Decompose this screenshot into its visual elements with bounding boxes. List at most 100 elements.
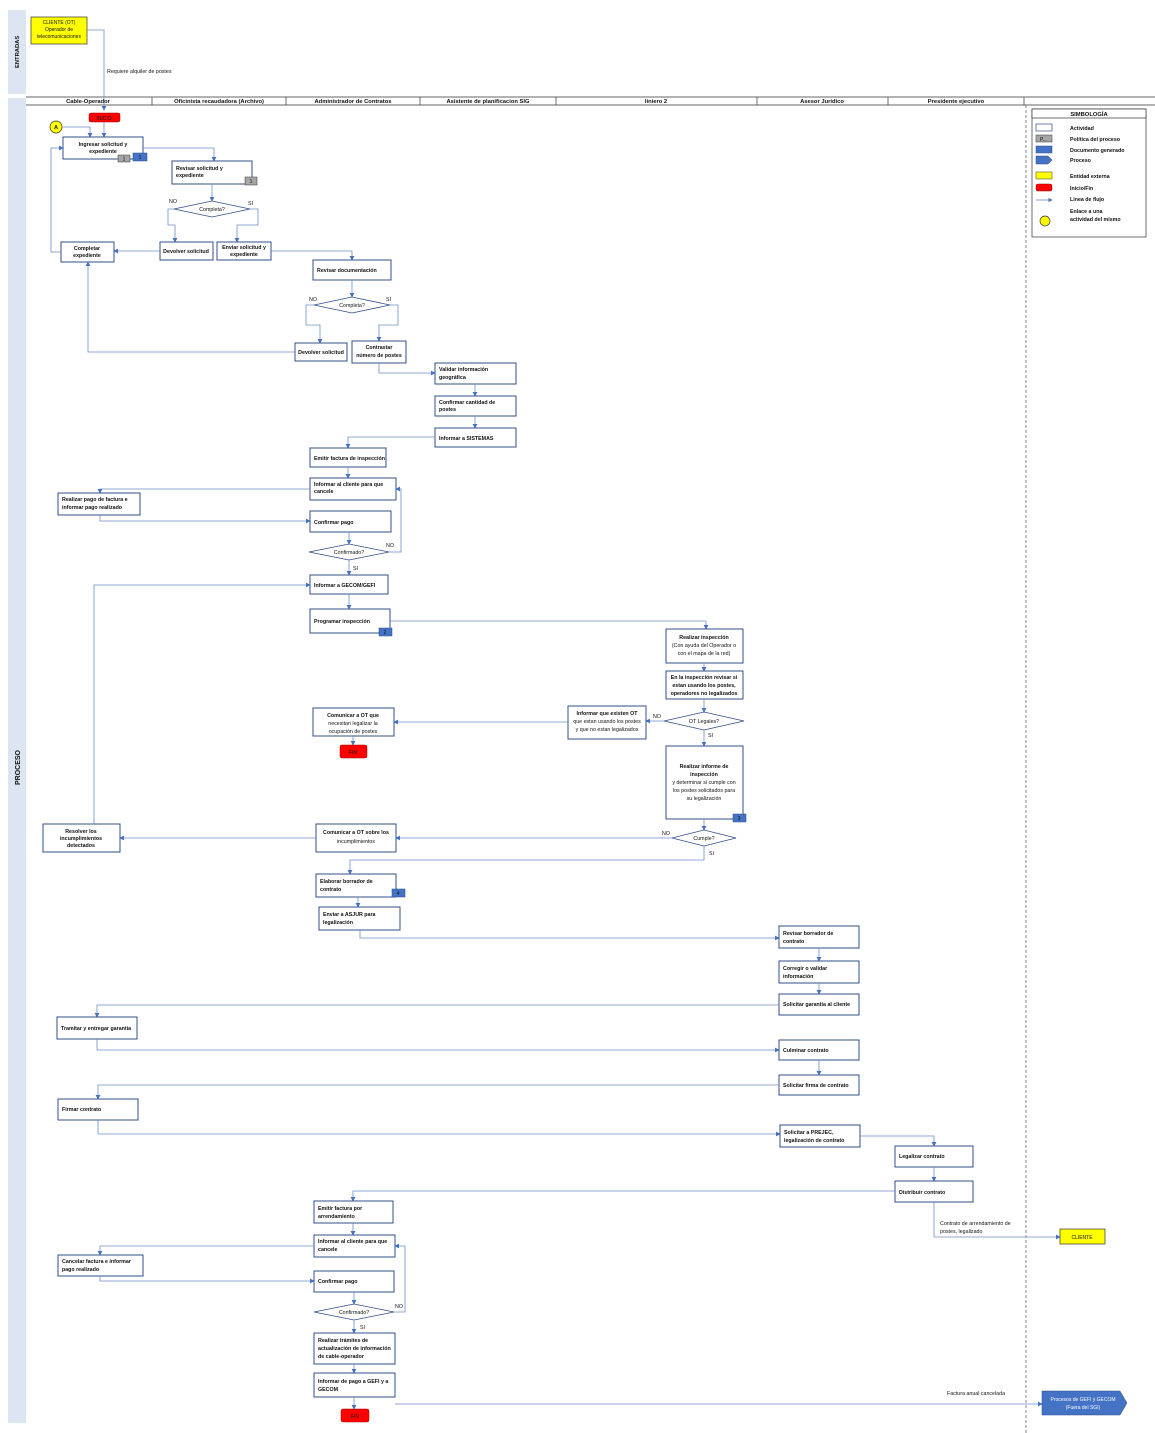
emitir-arr-l1: Emitir factura por [318,1206,362,1212]
legend-external-icon [1035,171,1053,180]
legend-item-3: Proceso [1070,158,1092,164]
client-ot-entity: CLIENTE (OT) Operador de telecomunicacio… [30,16,88,45]
flowchart: ENTRADAS PROCESO Cable-Operador Oficinis… [8,10,1155,1433]
no-label-3: NO [386,543,394,549]
realizar-insp-l2: (Con ayuda del Operador o [672,643,736,649]
activity-enviar-asjur [318,906,401,931]
confirmar-cant-l2: postes [439,407,456,413]
cancelar-fac-l1: Cancelar factura e informar [62,1259,131,1265]
informar-cli2-l1: Informar al cliente para que [318,1239,387,1245]
elaborar-l2: contrato [320,887,342,893]
cliente-entity-end-label: CLIENTE [1071,1235,1093,1241]
solicitar-prejec-l2: legalización de contrato [784,1138,845,1144]
svg-text:Operador de: Operador de [45,27,73,33]
activity-ingresar [62,136,144,160]
policy-badge-1b-label: 1 [250,179,253,185]
devolver-1-label: Devolver solicitud [163,249,209,255]
confirmar-pago2-label: Confirmar pago [318,1279,358,1285]
informar-cli2-l2: cancele [318,1247,337,1253]
programar-label: Programar inspección [314,619,370,625]
entradas-label: ENTRADAS [15,36,21,68]
no-label-5: NO [662,831,670,837]
lane-header-3: Asistente de planificacion SIG [446,99,530,105]
decision-completa-1-label: Completa? [199,207,225,213]
completar-l2: expediente [73,253,101,259]
solicitar-prejec-l1: Solicitar a PREJEC, [784,1130,834,1136]
policy-badge-1-label: 1 [123,157,126,163]
realizar-tram-l1: Realizar trámites de [318,1338,368,1344]
legend-item-7: Enlace a una [1070,209,1102,215]
yes-label-3: SI [353,566,358,572]
decision-cumple-label: Cumple? [693,836,714,842]
connector-a-label: A [54,125,58,131]
culminar-label: Culminar contrato [783,1048,829,1054]
legend-connector-icon [1039,215,1051,227]
document-badge-4-label: 4 [397,891,400,897]
decision-completa-2-label: Completa? [339,303,365,309]
confirmar-cant-l1: Confirmar cantidad de [439,400,495,406]
informe-insp-l3: y determinar si cumple con [672,780,735,786]
elaborar-l1: Elaborar borrador de [320,879,373,885]
informe-insp-l4: los postes solicitados para [673,788,735,794]
legend-p-mark: P... [1040,137,1047,143]
contrastar-l1: Contrastar [366,345,393,351]
legend-item-4: Entidad externa [1070,174,1110,180]
devolver-2-label: Devolver solicitud [298,350,344,356]
legend-title: SIMBOLOGÍA [1070,110,1108,118]
en-insp-l2: estan usando los postes, [672,683,736,689]
yes-label-4: SI [708,733,713,739]
informe-insp-l5: su legalización [687,796,722,802]
corregir-l2: información [783,974,813,980]
contrastar-l2: número de postes [356,353,402,359]
informar-cli1-l1: Informar al cliente para que [314,482,383,488]
activity-comunicar-ot-2 [315,823,397,853]
svg-text:telecomunicaciones: telecomunicaciones [37,34,81,40]
emitir-insp-label: Emitir factura de inspección [314,456,385,462]
informar-ot-l2: que estan usando los postes [573,719,641,725]
legend-item-6: Línea de flujo [1070,197,1105,203]
resolver-l2: incumplimientos [60,836,102,842]
informe-insp-l2: inspección [690,772,718,778]
revisar-borr-l2: contrato [783,939,805,945]
proceso-label: PROCESO [15,749,22,785]
realizar-pago-l1: Realizar pago de factura e [62,497,128,503]
yes-label-5: SI [709,851,714,857]
emitir-arr-l2: arrendamiento [318,1214,356,1220]
decision-confirmado-1-label: Confirmado? [334,550,364,556]
enviar-sol-l2: expediente [230,252,258,258]
comunicar-ot1-l2: necesitan legalizar la [328,721,378,727]
document-badge-1-label: 1 [139,155,142,161]
activity-confirmar-cantidad [434,395,517,417]
completar-l1: Completar [74,246,100,252]
activity-completar [60,241,115,263]
informar-cli1-l2: cancele [314,489,333,495]
lane-header-1: Oficinista recaudadora (Archivo) [174,99,264,105]
ingresar-l2: expediente [89,149,117,155]
start-label: INICIO [96,116,111,122]
informar-ot-l3: y que no estan legalizados [576,727,639,733]
legend: SIMBOLOGÍA Actividad P... Política del p… [1031,108,1147,238]
requiere-label: Requiere alquiler de postes [107,69,172,75]
enviar-asjur-l2: legalización [323,920,353,926]
legend-activity-icon [1035,123,1053,132]
informar-gecom-label: Informar a GECOM/GEFI [314,583,376,589]
distribuir-label: Distribuir contrato [899,1190,946,1196]
svg-text:CLIENTE (OT): CLIENTE (OT) [43,20,76,26]
realizar-pago-l2: informar pago realizado [62,505,123,511]
legend-item-0: Actividad [1070,126,1094,132]
lane-header-5: Asesor Jurídico [800,99,844,105]
lane-header-2: Administrador de Contratos [315,99,392,105]
decision-ot-legales-label: OT Legales? [689,719,719,725]
informar-ot-l1: Informar que existen OT [577,711,639,717]
solicitar-firma-label: Solicitar firma de contrato [783,1083,849,1089]
enviar-sol-l1: Enviar solicitud y [222,245,266,251]
firmar-label: Firmar contrato [62,1107,102,1113]
activity-elaborar [315,873,397,898]
comunicar-ot1-l1: Comunicar a OT que [327,713,379,719]
legend-item-1: Política del proceso [1070,137,1121,143]
lane-dividers [151,97,1025,105]
revisar-sol-l2: expediente [176,173,204,179]
en-insp-l1: En la inspección revisar si [671,675,738,681]
ingresar-l1: Ingresar solicitud y [79,142,128,148]
legend-item-8: actividad del mismo [1070,217,1121,223]
